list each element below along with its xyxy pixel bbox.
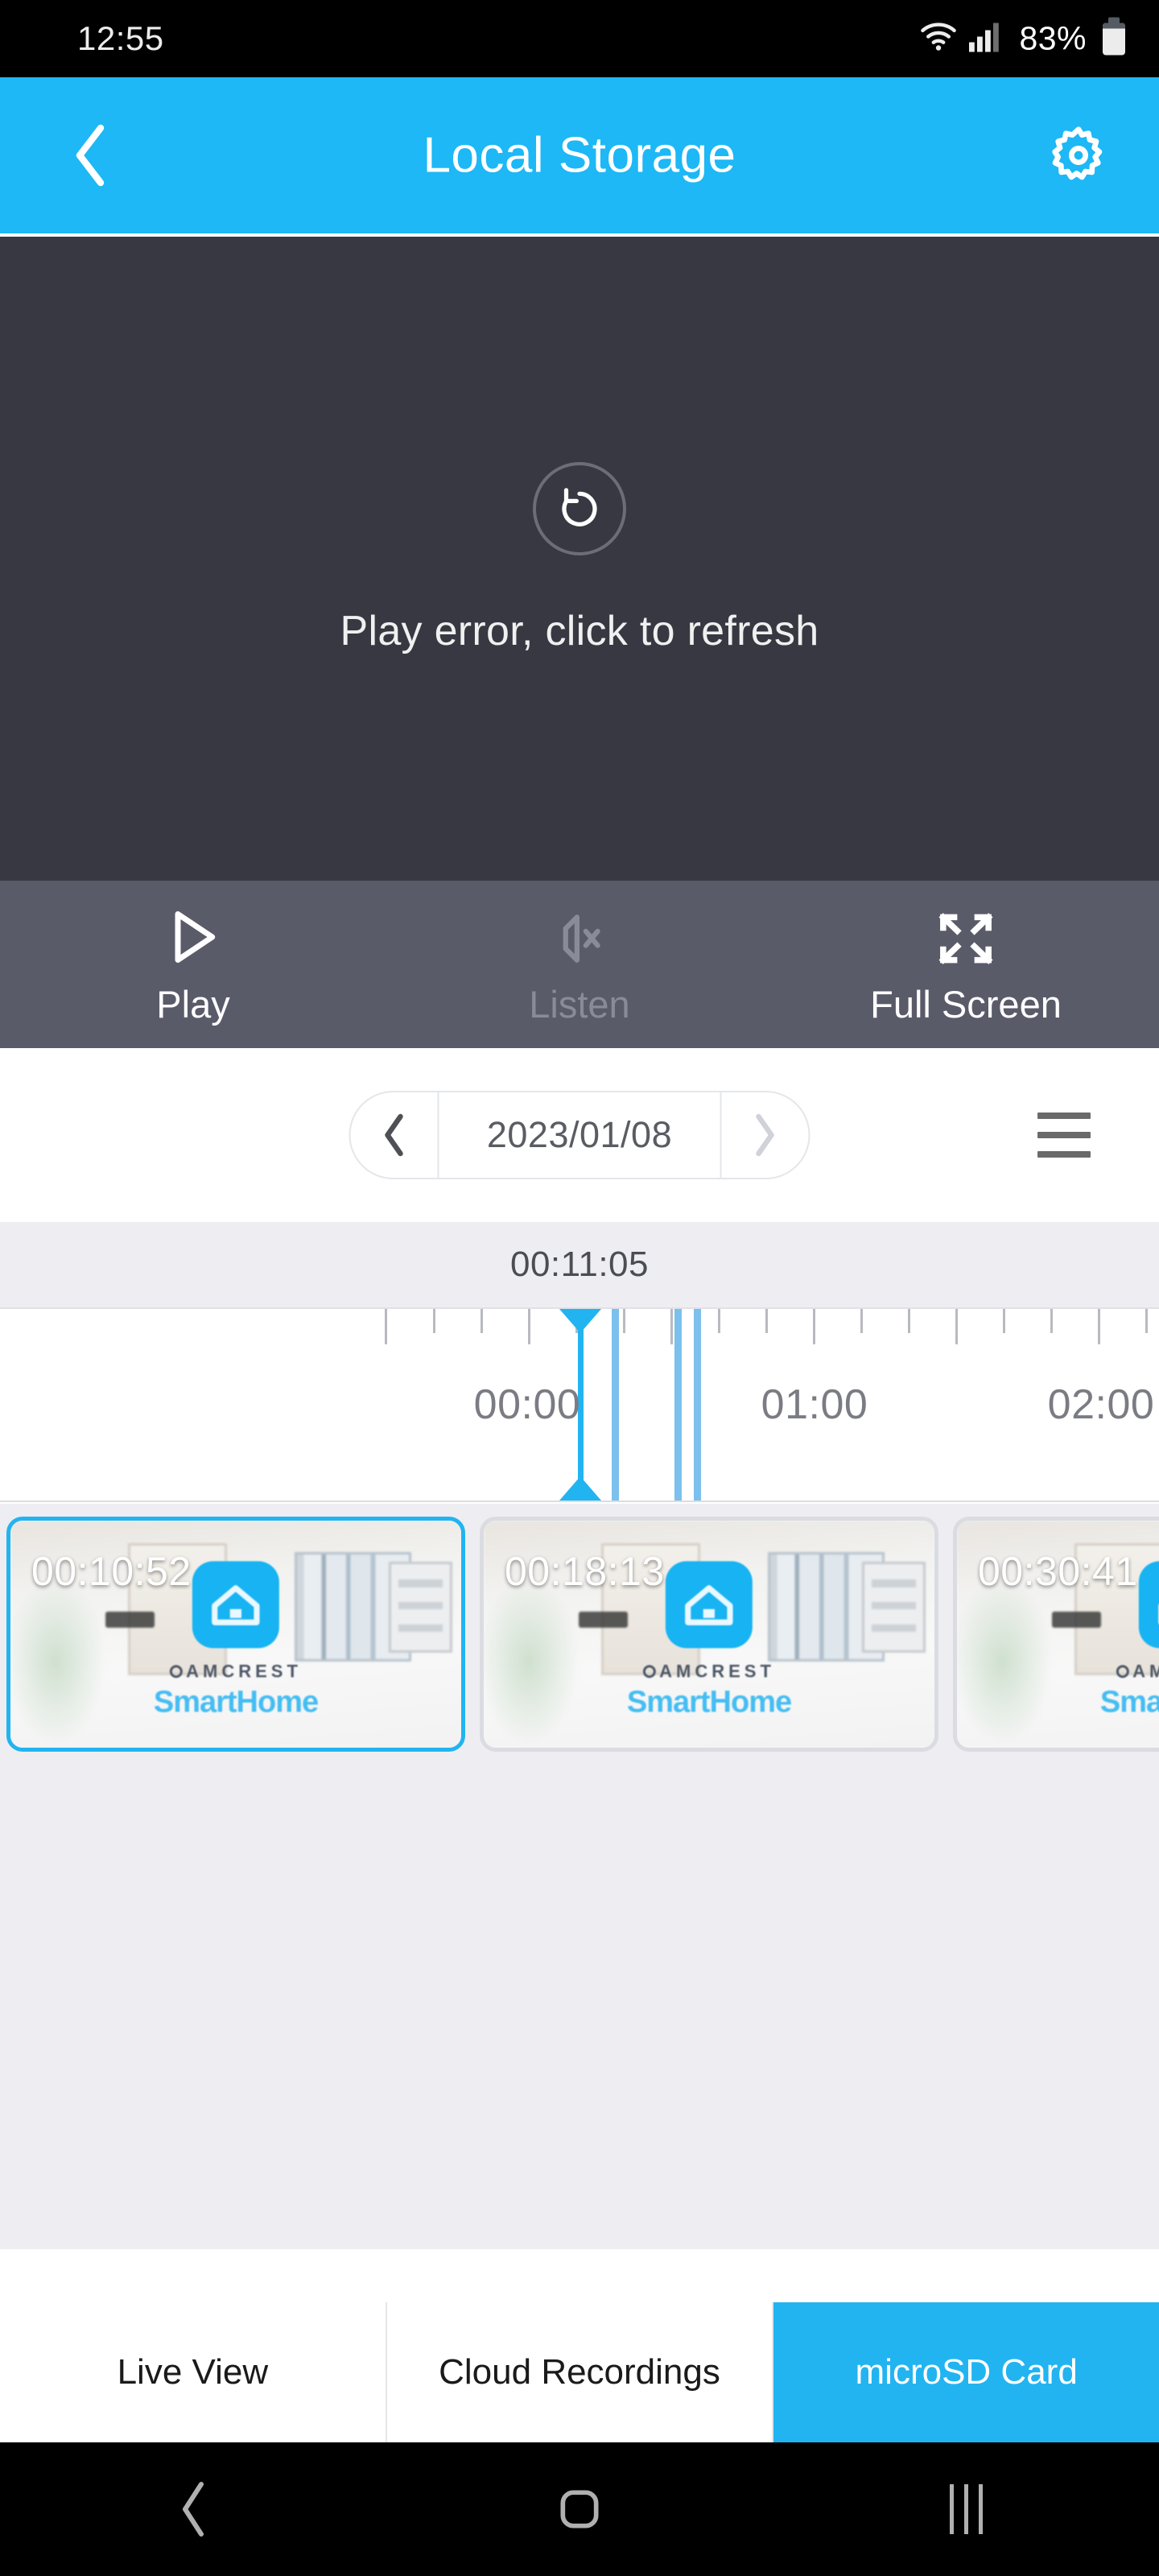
fullscreen-label: Full Screen: [870, 982, 1062, 1026]
brand-label: AMCREST: [170, 1661, 302, 1682]
status-bar: 12:55 83%: [0, 0, 1159, 77]
clip-list-area: AMCREST SmartHome 00:10:52 AMCREST Smart…: [0, 1504, 1159, 2249]
nav-home-button[interactable]: [507, 2469, 652, 2549]
nav-back-button[interactable]: [121, 2469, 266, 2549]
timeline-hour-label: 00:00: [473, 1381, 581, 1428]
bottom-tab-bar: Live View Cloud Recordings microSD Card: [0, 2302, 1159, 2442]
page-title: Local Storage: [423, 127, 736, 184]
chevron-left-icon: [183, 2482, 204, 2537]
play-triangle-icon: [163, 906, 223, 968]
player-control-bar: Play Listen Full Screen: [0, 881, 1159, 1048]
timeline-event-marker: [612, 1309, 619, 1501]
gear-icon: [1052, 126, 1103, 180]
chevron-left-icon: [385, 1113, 403, 1157]
timeline-scrubber[interactable]: 00:00 01:00 02:00: [0, 1309, 1159, 1502]
home-square-icon: [560, 2490, 599, 2529]
timeline-event-marker: [674, 1309, 682, 1501]
tab-microsd-card[interactable]: microSD Card: [773, 2302, 1159, 2442]
clip-thumbnail[interactable]: AMCREST SmartHome 00:10:52: [6, 1517, 465, 1752]
home-badge-icon: [192, 1561, 279, 1649]
selected-date-label[interactable]: 2023/01/08: [437, 1092, 722, 1178]
video-error-message: Play error, click to refresh: [340, 608, 819, 654]
home-badge-icon: [665, 1561, 753, 1649]
listen-label: Listen: [529, 982, 630, 1026]
timeline-hour-label: 02:00: [1047, 1381, 1155, 1428]
battery-icon: [1103, 23, 1125, 55]
clip-thumbnail[interactable]: AMCREST SmartHome 00:18:13: [480, 1517, 938, 1752]
speaker-muted-icon: [549, 906, 610, 968]
hamburger-menu-icon: [1037, 1151, 1091, 1158]
settings-button[interactable]: [1045, 122, 1112, 189]
timeline-event-marker: [694, 1309, 701, 1501]
brand-label: AMCREST: [1116, 1661, 1159, 1682]
listen-button[interactable]: Listen: [386, 881, 773, 1048]
timeline-current-time: 00:11:05: [509, 1245, 649, 1284]
clip-timestamp: 00:30:41: [978, 1549, 1138, 1594]
timeline-current-time-bar: 00:11:05: [0, 1222, 1159, 1309]
timeline-playhead-handle-bottom[interactable]: [559, 1476, 601, 1501]
video-player-error-area[interactable]: Play error, click to refresh: [0, 237, 1159, 881]
status-bar-clock: 12:55: [77, 19, 164, 57]
clip-thumbnail[interactable]: AMCREST SmartHome 00:30:41: [953, 1517, 1159, 1752]
product-label: SmartHome: [626, 1685, 792, 1719]
timeline-playhead-handle-top[interactable]: [559, 1309, 601, 1333]
clip-timestamp: 00:18:13: [505, 1549, 665, 1594]
refresh-rotate-icon: [562, 488, 597, 526]
refresh-button[interactable]: [533, 462, 626, 555]
wifi-icon: [919, 23, 958, 56]
fullscreen-button[interactable]: Full Screen: [773, 881, 1159, 1048]
hamburger-menu-icon: [1037, 1113, 1091, 1119]
recents-bars-icon: [949, 2484, 983, 2534]
brand-label: AMCREST: [643, 1661, 775, 1682]
clip-thumbnail-strip[interactable]: AMCREST SmartHome 00:10:52 AMCREST Smart…: [0, 1517, 1159, 1752]
app-root: 12:55 83% Local Storage Play error, clic…: [0, 0, 1159, 2576]
date-picker: 2023/01/08: [349, 1091, 810, 1179]
expand-arrows-icon: [935, 906, 996, 968]
cellular-signal-icon: [969, 22, 1003, 56]
recordings-list-button[interactable]: [1037, 1113, 1091, 1158]
nav-recents-button[interactable]: [893, 2469, 1038, 2549]
play-button[interactable]: Play: [0, 881, 386, 1048]
home-badge-icon: [1138, 1561, 1159, 1649]
chevron-right-icon: [756, 1113, 774, 1157]
hamburger-menu-icon: [1037, 1132, 1091, 1138]
previous-day-button[interactable]: [351, 1092, 438, 1178]
tab-cloud-recordings[interactable]: Cloud Recordings: [387, 2302, 774, 2442]
timeline-hour-label: 01:00: [761, 1381, 868, 1428]
status-bar-icons: 83%: [919, 20, 1125, 58]
product-label: SmartHome: [1099, 1685, 1159, 1719]
date-selector-row: 2023/01/08: [0, 1048, 1159, 1222]
tab-live-view[interactable]: Live View: [0, 2302, 387, 2442]
play-label: Play: [156, 982, 230, 1026]
clip-timestamp: 00:10:52: [31, 1549, 192, 1594]
battery-percent-label: 83%: [1019, 19, 1087, 57]
product-label: SmartHome: [153, 1685, 319, 1719]
app-header: Local Storage: [0, 77, 1159, 233]
android-navigation-bar: [0, 2442, 1159, 2576]
next-day-button[interactable]: [722, 1092, 809, 1178]
